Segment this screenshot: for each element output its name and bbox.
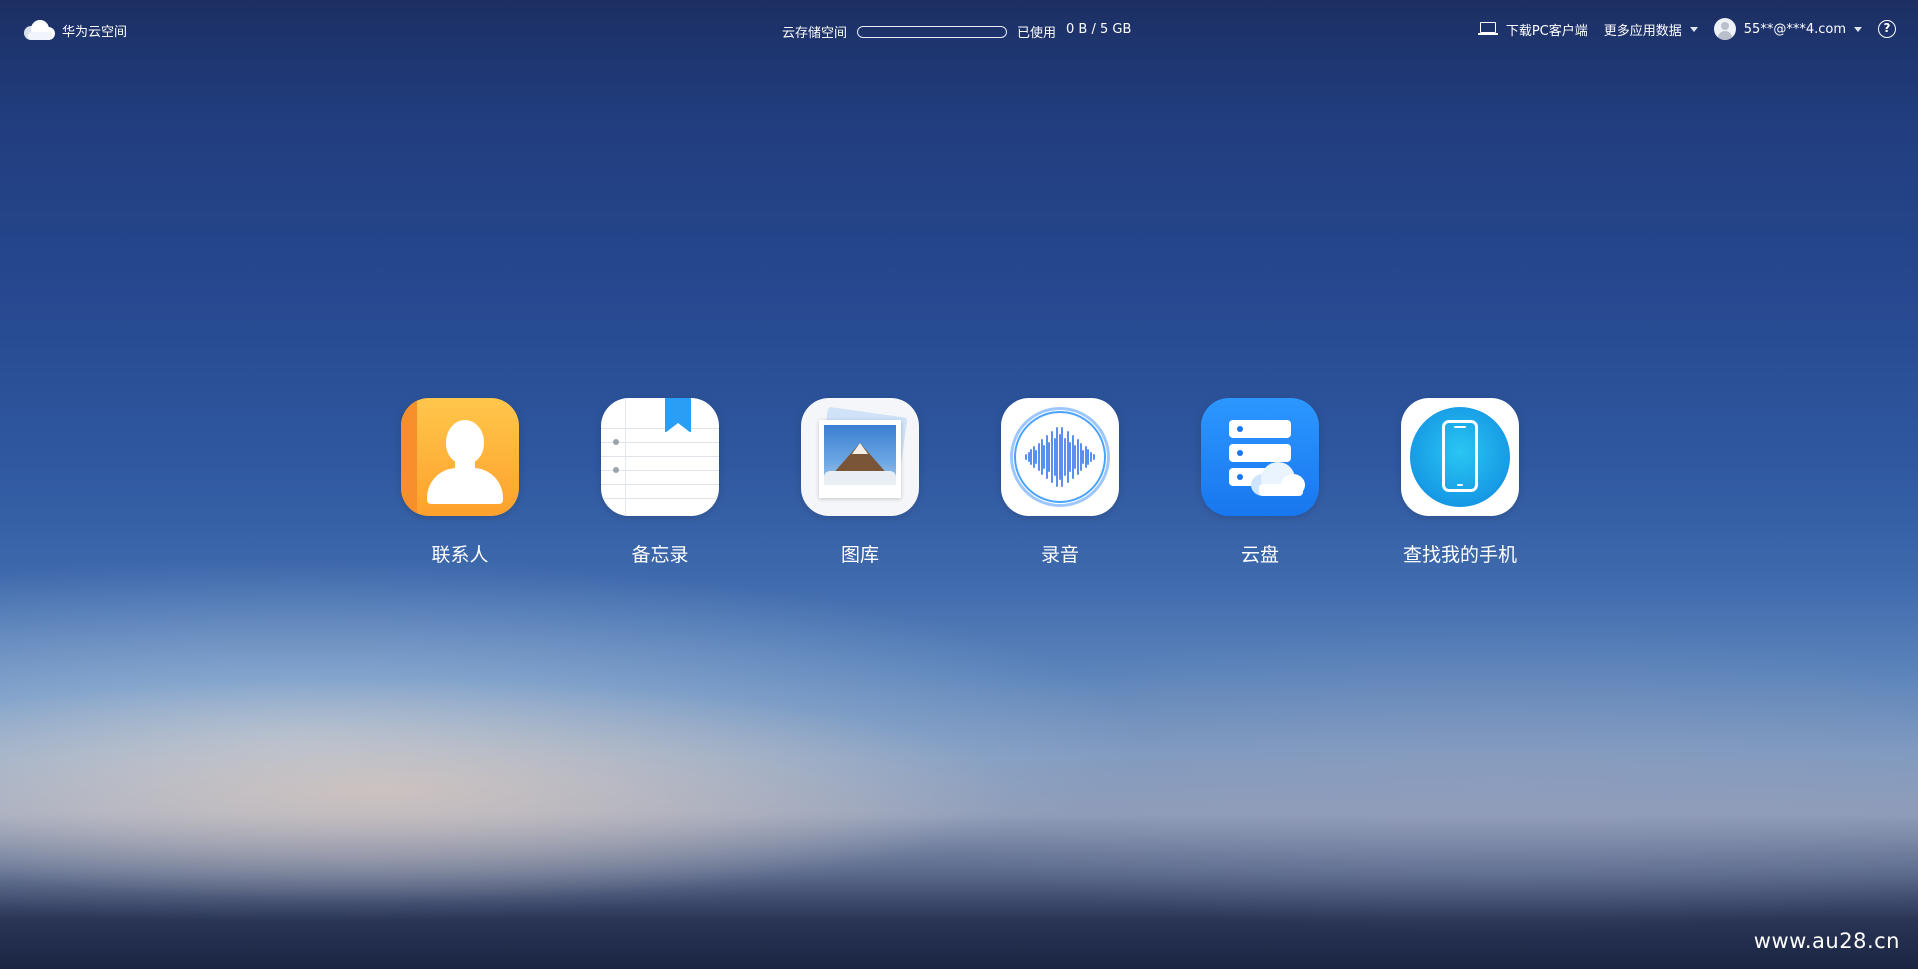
huawei-cloud-logo-icon: [22, 18, 56, 42]
waveform-bar: [1064, 438, 1066, 476]
gallery-icon: [801, 398, 919, 516]
chevron-down-icon: [1854, 26, 1862, 32]
app-label-recorder: 录音: [1040, 544, 1079, 566]
more-app-data-dropdown[interactable]: 更多应用数据: [1604, 20, 1698, 39]
app-contacts[interactable]: 联系人: [380, 398, 540, 567]
app-label-notes: 备忘录: [631, 544, 689, 566]
storage-indicator: 云存储空间 已使用 0 B / 5 GB: [782, 22, 1131, 41]
app-find-my-phone[interactable]: 查找我的手机: [1380, 398, 1540, 567]
avatar: [1713, 18, 1736, 40]
recorder-icon: [1001, 398, 1119, 516]
app-label-contacts: 联系人: [431, 544, 489, 566]
contacts-icon: [401, 398, 519, 516]
waveform-bar: [1043, 445, 1046, 469]
app-label-cloud-drive: 云盘: [1240, 544, 1279, 566]
brand[interactable]: 华为云空间: [22, 18, 127, 42]
app-gallery[interactable]: 图库: [780, 398, 940, 567]
waveform-bar: [1092, 454, 1095, 460]
watermark: www.au28.cn: [1753, 929, 1900, 953]
storage-used-value: 0 B / 5 GB: [1066, 22, 1132, 37]
waveform-bar: [1077, 439, 1079, 475]
storage-progress-bar: [857, 25, 1008, 38]
download-pc-client-label: 下载PC客户端: [1505, 23, 1588, 39]
app-cloud-drive[interactable]: 云盘: [1180, 398, 1340, 567]
more-app-data-label: 更多应用数据: [1603, 23, 1682, 39]
cloud-drive-icon: [1201, 398, 1319, 516]
help-icon: ?: [1878, 20, 1896, 38]
top-bar: 华为云空间 云存储空间 已使用 0 B / 5 GB 下载PC客户端 更多应用数…: [0, 0, 1918, 62]
chevron-down-icon: [1689, 26, 1698, 32]
app-label-find-my-phone: 查找我的手机: [1402, 544, 1517, 566]
brand-name: 华为云空间: [62, 24, 128, 40]
app-notes[interactable]: 备忘录: [580, 398, 740, 567]
account-menu[interactable]: 55**@***4.com: [1713, 18, 1862, 40]
waveform-bar: [1082, 450, 1085, 464]
app-recorder[interactable]: 录音: [980, 398, 1140, 567]
waveform-bar: [1025, 454, 1027, 460]
waveform-bar: [1051, 431, 1053, 483]
download-pc-client-link[interactable]: 下载PC客户端: [1477, 20, 1588, 39]
waveform-bar: [1030, 449, 1033, 465]
waveform-bar: [1069, 442, 1072, 472]
header-tools: 下载PC客户端 更多应用数据 55**@***4.com ?: [1477, 18, 1896, 40]
waveform-bar: [1090, 452, 1092, 462]
find-phone-icon: [1401, 398, 1519, 516]
waveform-bar: [1038, 443, 1040, 471]
notes-icon: [601, 398, 719, 516]
account-name: 55**@***4.com: [1743, 21, 1846, 37]
storage-used-label: 已使用: [1017, 26, 1057, 41]
app-label-gallery: 图库: [840, 544, 879, 566]
waveform-bar: [1056, 427, 1059, 487]
storage-label: 云存储空间: [782, 26, 848, 41]
help-button[interactable]: ?: [1878, 20, 1896, 38]
laptop-icon: [1477, 22, 1498, 36]
